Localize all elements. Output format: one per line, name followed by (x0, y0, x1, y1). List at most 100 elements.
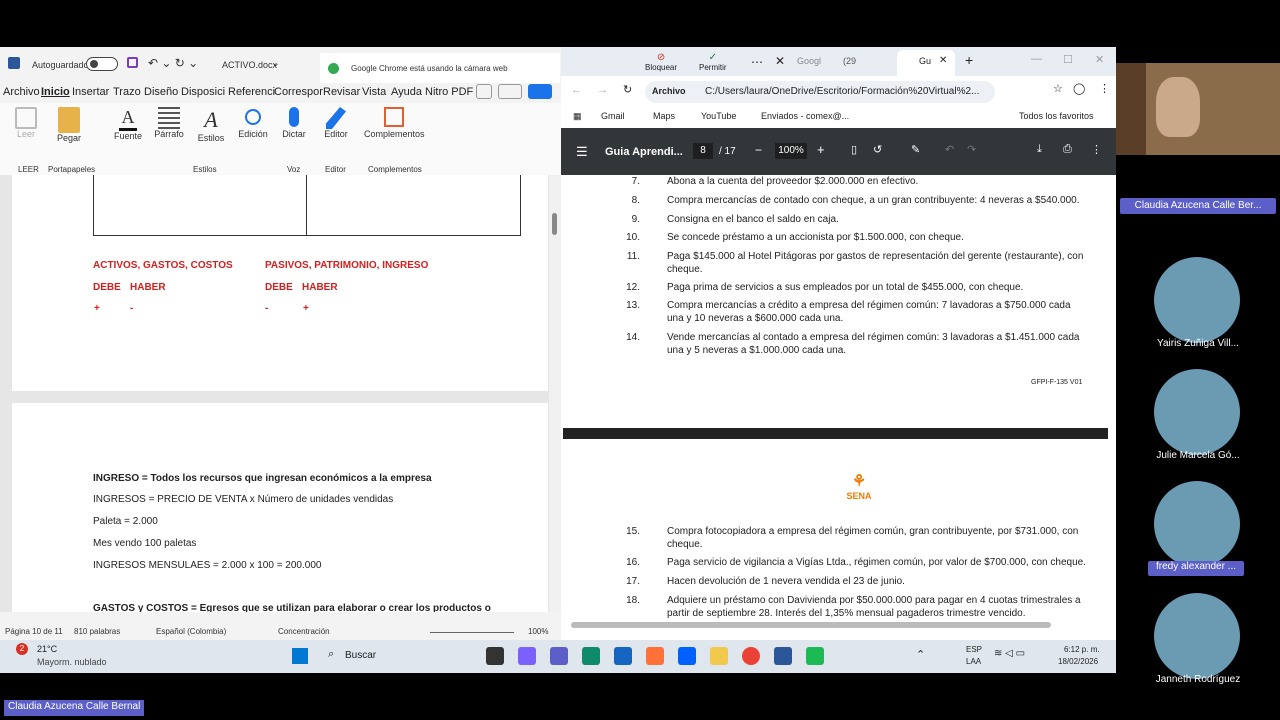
store-icon[interactable] (614, 647, 632, 665)
lang-esp[interactable]: ESP (966, 645, 982, 654)
chevron-down-icon[interactable]: ⌄ (272, 58, 280, 69)
windows-icon[interactable] (292, 648, 308, 664)
rotate-icon[interactable]: ↺ (873, 143, 882, 156)
clock-date[interactable]: 18/02/2026 (1058, 657, 1098, 666)
pen-icon[interactable] (498, 84, 522, 99)
menu-diseno[interactable]: Diseño (144, 86, 178, 98)
dropbox-icon[interactable] (678, 647, 696, 665)
hamburger-icon[interactable]: ☰ (576, 144, 588, 160)
redo-icon[interactable]: ↷ (967, 143, 976, 156)
pdf-viewer[interactable]: 7. Abona a la cuenta del proveedor $2.000… (561, 175, 1116, 630)
menu-ayuda[interactable]: Ayuda (391, 86, 422, 98)
tab-guia[interactable]: Gu ✕ (897, 50, 955, 76)
autosave-toggle[interactable] (86, 57, 118, 71)
menu-referencias[interactable]: Referenci (228, 86, 275, 98)
menu-disposicion[interactable]: Disposici (181, 86, 225, 98)
menu-nitro[interactable]: Nitro PDF (425, 86, 473, 98)
tab-google[interactable]: Googl (797, 56, 821, 66)
menu-inicio[interactable]: Inicio (41, 86, 70, 98)
bookmark-enviados[interactable]: Enviados - comex@... (761, 111, 849, 121)
menu-vista[interactable]: Vista (362, 86, 386, 98)
filename[interactable]: ACTIVO.docx (222, 60, 277, 70)
annotate-icon[interactable]: ✎ (911, 143, 920, 156)
complementos-button[interactable]: Complementos (364, 107, 425, 139)
print-icon[interactable]: ⎙ (1063, 143, 1072, 156)
editor-button[interactable]: Editor (322, 107, 350, 139)
tab-teams[interactable]: (29 (843, 56, 856, 66)
chevron-up-icon[interactable]: ⌃ (916, 648, 925, 661)
page-input[interactable]: 8 (693, 143, 713, 159)
maximize-icon[interactable]: ☐ (1063, 53, 1073, 66)
allow-camera-button[interactable]: ✓ Permitir (699, 52, 727, 72)
share-icon[interactable] (528, 84, 552, 99)
pdf-zoom[interactable]: 100% (775, 143, 807, 159)
star-icon[interactable]: ☆ (1053, 82, 1063, 95)
more-options-icon[interactable]: ⋮ (1091, 143, 1102, 156)
undo-icon[interactable]: ↶ ⌄ ↻ ⌄ (148, 56, 198, 70)
chrome-taskbar-icon[interactable] (742, 647, 760, 665)
block-camera-button[interactable]: ⊘ Bloquear (645, 52, 677, 72)
taskbar-search[interactable]: Buscar (345, 650, 376, 661)
editor-icon (326, 107, 346, 129)
word-taskbar-icon[interactable] (774, 647, 792, 665)
zoom-in-icon[interactable]: + (817, 142, 825, 157)
dictar-button[interactable]: Dictar (280, 107, 308, 139)
fit-page-icon[interactable]: ▯ (851, 143, 857, 156)
menu-revisar[interactable]: Revisar (323, 86, 360, 98)
window-close-icon[interactable]: ✕ (1095, 53, 1104, 66)
doc-scrollbar[interactable] (549, 175, 561, 612)
taskview-icon[interactable] (486, 647, 504, 665)
teams-icon[interactable] (550, 647, 568, 665)
menu-archivo[interactable]: Archivo (3, 86, 40, 98)
avatar (1154, 481, 1240, 567)
bookmark-gmail[interactable]: Gmail (601, 111, 625, 121)
edge-icon[interactable] (582, 647, 600, 665)
address-bar[interactable]: Archivo C:/Users/laura/OneDrive/Escritor… (645, 81, 995, 103)
undo-icon[interactable]: ↶ (945, 143, 954, 156)
more-icon[interactable]: ⋯ (751, 55, 763, 69)
parrafo-button[interactable]: Párrafo (154, 107, 184, 139)
doc-line: Mes vendo 100 paletas (93, 538, 197, 549)
zoom-slider[interactable] (430, 632, 514, 633)
download-icon[interactable]: ⤓ (1037, 143, 1042, 156)
comment-icon[interactable] (476, 84, 492, 99)
back-icon[interactable]: ← (571, 84, 582, 96)
menu-trazo[interactable]: Trazo (113, 86, 141, 98)
forward-icon[interactable]: → (597, 84, 608, 96)
document-area[interactable]: ACTIVOS, GASTOS, COSTOS PASIVOS, PATRIMO… (0, 175, 561, 612)
firefox-icon[interactable] (646, 647, 664, 665)
bookmark-youtube[interactable]: YouTube (701, 111, 736, 121)
zoom-out-icon[interactable]: − (755, 143, 762, 157)
reload-icon[interactable]: ↻ (623, 83, 632, 96)
menu-icon[interactable]: ⋮ (1099, 82, 1110, 95)
apps-icon[interactable]: ▦ (573, 111, 582, 122)
clock-time[interactable]: 6:12 p. m. (1064, 645, 1100, 654)
wifi-icon[interactable]: ≋ ◁ ▭ (994, 648, 1025, 659)
language[interactable]: Español (Colombia) (156, 627, 226, 636)
bookmark-maps[interactable]: Maps (653, 111, 675, 121)
app-taskbar-icon[interactable] (806, 647, 824, 665)
menu-correspondencia[interactable]: Correspor (274, 86, 323, 98)
focus-mode[interactable]: Concentración (278, 627, 330, 636)
pegar-button[interactable]: Pegar (56, 107, 82, 143)
close-icon[interactable]: ✕ (775, 54, 785, 68)
folder-icon[interactable] (710, 647, 728, 665)
temperature[interactable]: 21°C (37, 644, 57, 654)
weather[interactable]: Mayorm. nublado (37, 657, 107, 667)
estilos-button[interactable]: A Estilos (196, 107, 226, 143)
search-icon[interactable]: ⌕ (328, 648, 334, 661)
save-icon[interactable] (127, 57, 138, 68)
new-tab-icon[interactable]: + (965, 52, 973, 68)
lang-laa[interactable]: LAA (966, 657, 981, 666)
copilot-icon[interactable] (518, 647, 536, 665)
minimize-icon[interactable]: — (1031, 53, 1042, 65)
all-favorites[interactable]: Todos los favoritos (1019, 111, 1094, 121)
leer-button[interactable]: Leer (12, 107, 40, 139)
zoom-level[interactable]: 100% (528, 627, 548, 636)
edicion-button[interactable]: Edición (236, 107, 270, 139)
group-voz: Voz (287, 165, 301, 174)
profile-icon[interactable]: ◯ (1073, 82, 1085, 95)
fuente-button[interactable]: A Fuente (114, 107, 142, 141)
horizontal-scrollbar[interactable] (571, 622, 1051, 628)
menu-insertar[interactable]: Insertar (72, 86, 109, 98)
